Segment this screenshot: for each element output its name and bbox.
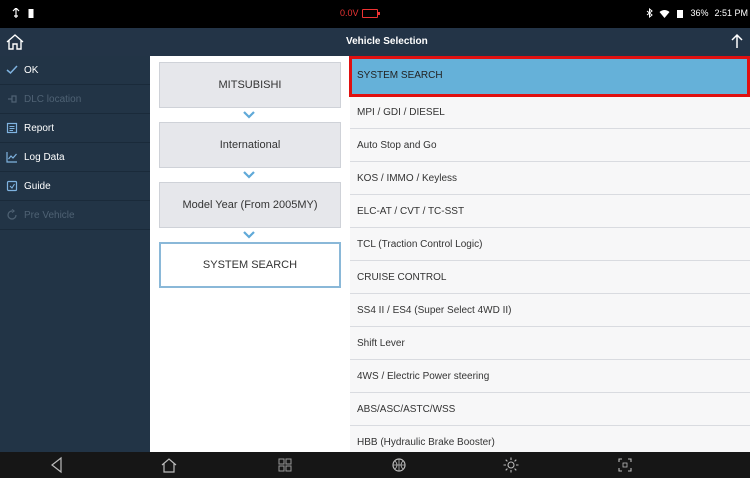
- sidebar-item-ok[interactable]: OK: [0, 56, 150, 85]
- battery-percent: 36%: [690, 8, 709, 18]
- guide-icon: [6, 180, 18, 192]
- list-item-label: KOS / IMMO / Keyless: [357, 172, 458, 184]
- list-item-label: HBB (Hydraulic Brake Booster): [357, 436, 495, 448]
- list-item-system-search[interactable]: SYSTEM SEARCH: [350, 56, 750, 96]
- sidebar-item-log-data[interactable]: Log Data: [0, 143, 150, 172]
- path-item-current[interactable]: SYSTEM SEARCH: [159, 242, 341, 288]
- list-item[interactable]: ABS/ASC/ASTC/WSS: [350, 393, 750, 426]
- voltage-value: 0.0V: [340, 8, 359, 18]
- path-item-label: Model Year (From 2005MY): [182, 199, 318, 211]
- status-right: 36% 2:51 PM: [646, 8, 748, 18]
- list-item-label: Shift Lever: [357, 337, 405, 349]
- app-header: Vehicle Selection: [0, 28, 750, 56]
- list-item[interactable]: TCL (Traction Control Logic): [350, 228, 750, 261]
- system-list: SYSTEM SEARCH MPI / GDI / DIESEL Auto St…: [350, 56, 750, 459]
- sidebar-item-label: DLC location: [24, 93, 82, 105]
- back-icon[interactable]: [48, 456, 66, 474]
- android-nav-bar: [0, 452, 750, 478]
- sidebar-item-report[interactable]: Report: [0, 114, 150, 143]
- sidebar-item-guide[interactable]: Guide: [0, 172, 150, 201]
- list-item[interactable]: Shift Lever: [350, 327, 750, 360]
- car-battery-icon: [361, 8, 380, 18]
- list-item-label: 4WS / Electric Power steering: [357, 370, 490, 382]
- path-item-manufacturer[interactable]: MITSUBISHI: [159, 62, 341, 108]
- path-item-model-year[interactable]: Model Year (From 2005MY): [159, 182, 341, 228]
- browser-icon[interactable]: [390, 456, 408, 474]
- list-item[interactable]: MPI / GDI / DIESEL: [350, 96, 750, 129]
- home-icon[interactable]: [160, 456, 178, 474]
- battery-small-icon: [28, 9, 34, 18]
- list-item[interactable]: SS4 II / ES4 (Super Select 4WD II): [350, 294, 750, 327]
- pre-vehicle-icon: [7, 209, 17, 220]
- chevron-down-icon: [243, 111, 255, 119]
- voltage-indicator: 0.0V: [340, 8, 380, 18]
- arrow-up-icon[interactable]: [730, 32, 744, 50]
- list-item-label: CRUISE CONTROL: [357, 271, 447, 283]
- sidebar-item-pre-vehicle[interactable]: Pre Vehicle: [0, 201, 150, 230]
- list-item[interactable]: CRUISE CONTROL: [350, 261, 750, 294]
- selection-path: MITSUBISHI International Model Year (Fro…: [150, 56, 350, 452]
- sidebar-item-dlc-location[interactable]: DLC location: [0, 85, 150, 114]
- sidebar-item-label: Pre Vehicle: [24, 209, 75, 221]
- wifi-icon: [659, 9, 670, 18]
- list-item[interactable]: KOS / IMMO / Keyless: [350, 162, 750, 195]
- chevron-down-icon: [243, 171, 255, 179]
- log-data-icon: [6, 152, 17, 163]
- report-icon: [6, 122, 18, 134]
- list-item-label: Auto Stop and Go: [357, 139, 437, 151]
- sidebar-item-label: OK: [24, 64, 39, 76]
- list-item[interactable]: 4WS / Electric Power steering: [350, 360, 750, 393]
- sidebar: OK DLC location Report Log Data Guide Pr…: [0, 56, 150, 452]
- list-item[interactable]: ELC-AT / CVT / TC-SST: [350, 195, 750, 228]
- check-icon: [6, 65, 18, 75]
- list-item-label: SS4 II / ES4 (Super Select 4WD II): [357, 304, 512, 316]
- path-item-label: International: [219, 139, 281, 151]
- list-item-label: ELC-AT / CVT / TC-SST: [357, 205, 465, 217]
- page-title: Vehicle Selection: [346, 36, 428, 47]
- sidebar-item-label: Guide: [24, 180, 51, 192]
- screenshot-icon[interactable]: [616, 456, 634, 474]
- chevron-down-icon: [243, 231, 255, 239]
- home-icon[interactable]: [4, 32, 26, 52]
- usb-icon: [12, 8, 20, 18]
- signal-icon: [677, 9, 684, 18]
- dlc-icon: [8, 95, 17, 103]
- list-item-label: TCL (Traction Control Logic): [357, 238, 483, 250]
- list-item-label: SYSTEM SEARCH: [357, 70, 443, 81]
- path-item-region[interactable]: International: [159, 122, 341, 168]
- bluetooth-icon: [647, 8, 654, 18]
- list-item-label: MPI / GDI / DIESEL: [357, 106, 445, 118]
- settings-icon[interactable]: [502, 456, 520, 474]
- sidebar-item-label: Report: [24, 122, 55, 134]
- path-item-label: SYSTEM SEARCH: [202, 259, 298, 271]
- clock: 2:51 PM: [714, 8, 748, 18]
- sidebar-item-label: Log Data: [24, 151, 65, 163]
- list-item[interactable]: Auto Stop and Go: [350, 129, 750, 162]
- apps-icon[interactable]: [276, 456, 294, 474]
- path-item-label: MITSUBISHI: [218, 79, 282, 91]
- list-item-label: ABS/ASC/ASTC/WSS: [357, 403, 456, 415]
- status-bar: 0.0V 36% 2:51 PM: [0, 0, 750, 28]
- status-left: [12, 8, 34, 18]
